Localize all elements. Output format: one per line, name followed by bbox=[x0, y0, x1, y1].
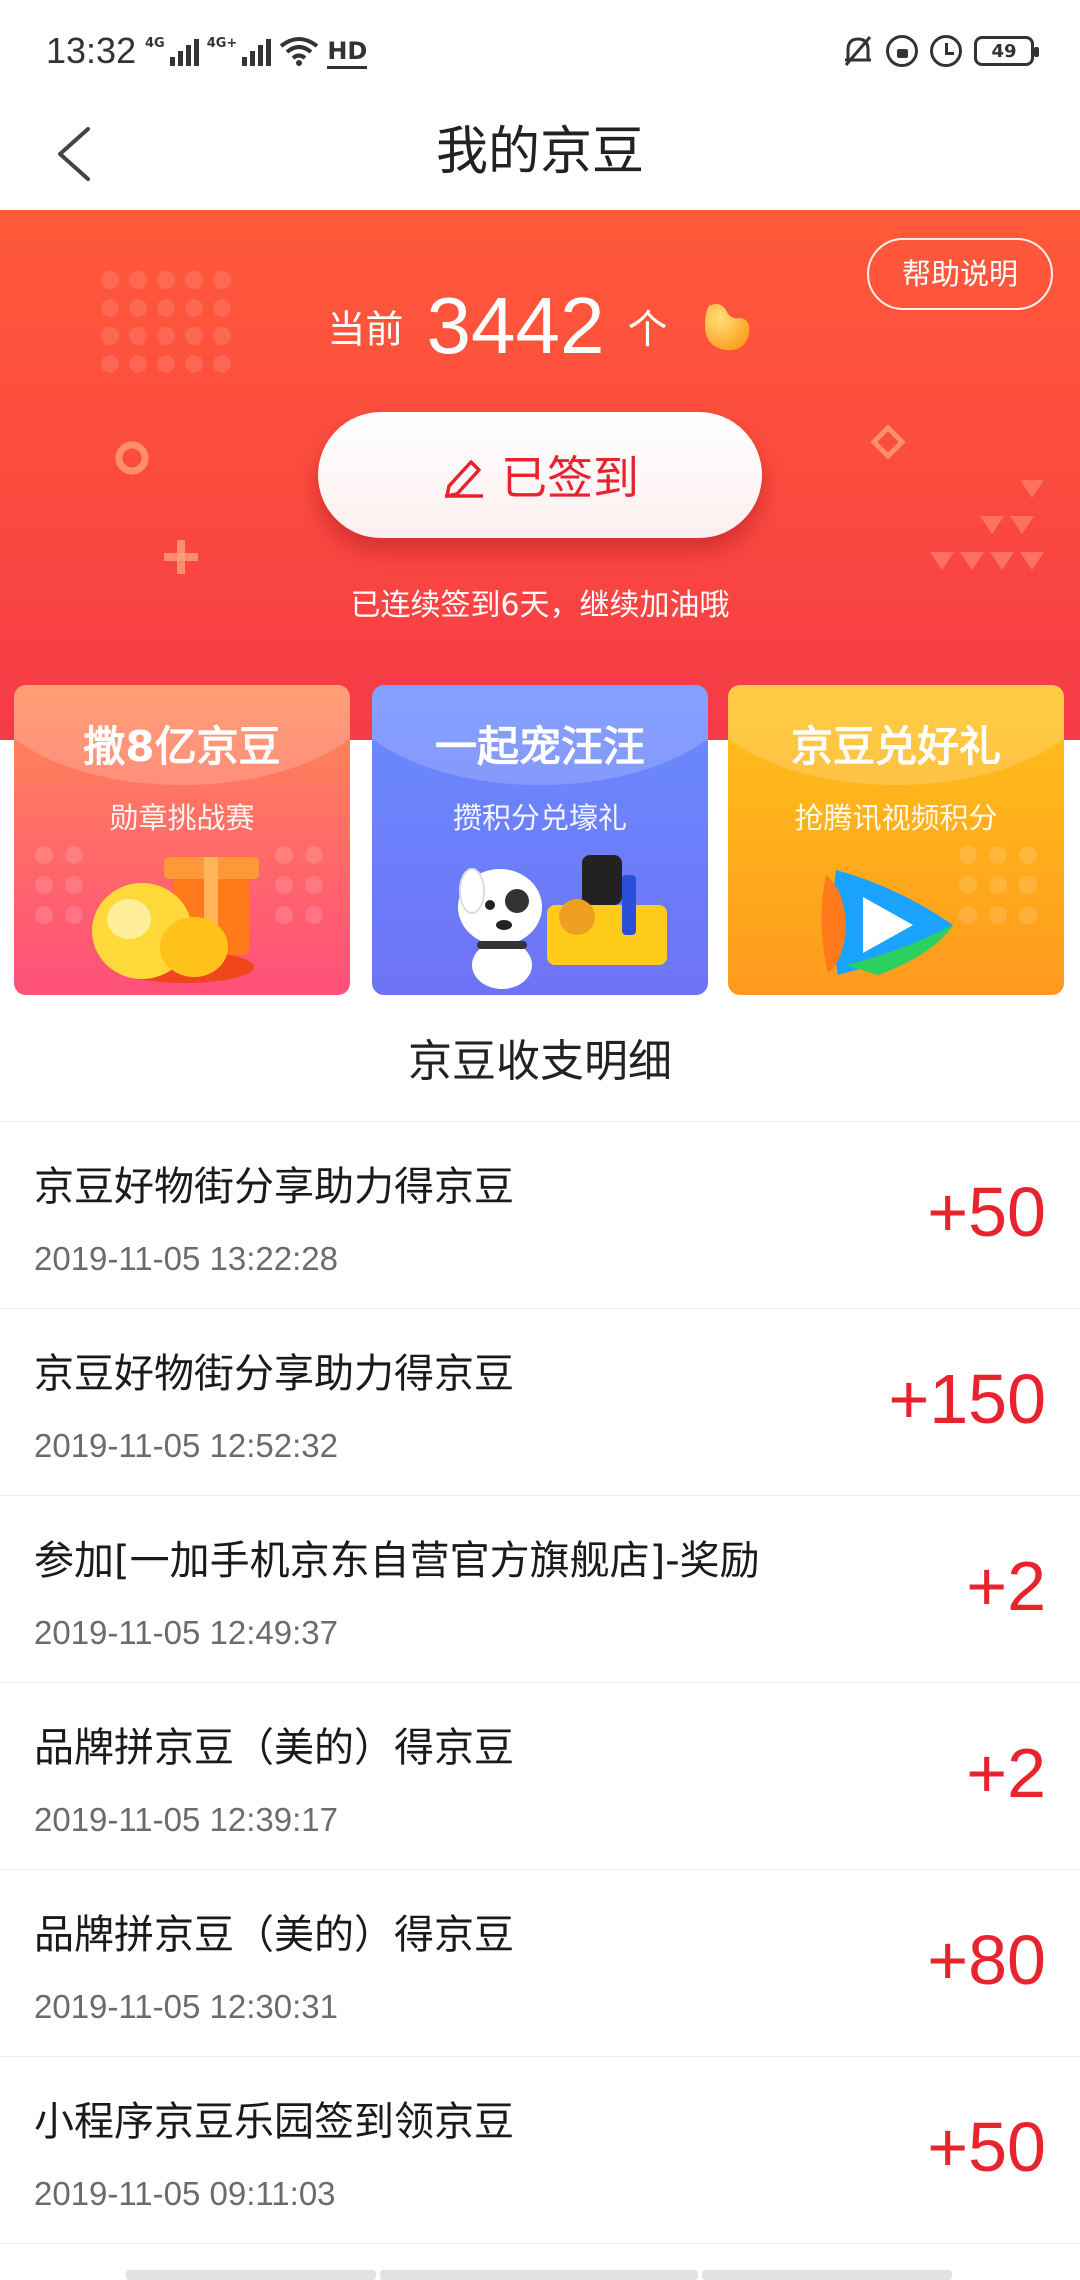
transaction-amount: +2 bbox=[966, 1734, 1046, 1812]
balance-unit: 个 bbox=[627, 307, 668, 353]
transactions-list: 京豆好物街分享助力得京豆 2019-11-05 13:22:28 +50 京豆好… bbox=[0, 1122, 1080, 2244]
bell-off-icon bbox=[844, 36, 872, 66]
card-title: 撒8亿京豆 bbox=[83, 722, 281, 771]
sign-in-label: 已签到 bbox=[501, 451, 639, 505]
status-time: 13:32 bbox=[46, 30, 137, 71]
promo-card-medal-challenge[interactable]: 撒8亿京豆 勋章挑战赛 bbox=[14, 685, 350, 995]
signal-icon-2: 4G+ bbox=[207, 36, 272, 66]
pencil-icon bbox=[445, 460, 483, 498]
status-left-icons: 4G 4G+ HD bbox=[145, 36, 368, 69]
diamond-decoration bbox=[870, 424, 906, 460]
status-right-icons: 49 bbox=[842, 34, 1039, 68]
battery-icon: 49 bbox=[974, 36, 1039, 66]
alarm-icon bbox=[930, 35, 962, 67]
transaction-date: 2019-11-05 12:39:17 bbox=[34, 1801, 338, 1838]
list-item[interactable]: 品牌拼京豆（美的）得京豆 2019-11-05 12:30:31 +80 bbox=[0, 1870, 1080, 2057]
transaction-date: 2019-11-05 09:11:03 bbox=[34, 2175, 336, 2212]
balance-row: 当前 3442 个 bbox=[0, 280, 1080, 372]
transaction-amount: +2 bbox=[966, 1547, 1046, 1625]
transaction-amount: +50 bbox=[927, 2108, 1046, 2186]
card-title: 一起宠汪汪 bbox=[434, 722, 645, 771]
transaction-amount: +150 bbox=[888, 1360, 1046, 1438]
bottom-strip bbox=[0, 2246, 1080, 2280]
wifi-icon bbox=[280, 37, 319, 66]
transaction-title: 参加[一加手机京东自营官方旗舰店]-奖励 bbox=[34, 1538, 760, 1584]
card-title: 京豆兑好礼 bbox=[790, 722, 1001, 771]
transaction-title: 品牌拼京豆（美的）得京豆 bbox=[34, 1912, 514, 1958]
ring-decoration bbox=[115, 441, 149, 475]
status-bar: 13:32 4G 4G+ HD 49 bbox=[0, 0, 1080, 95]
gift-beans-icon bbox=[35, 846, 323, 983]
dog-gifts-icon bbox=[458, 855, 667, 989]
card-subtitle: 勋章挑战赛 bbox=[109, 801, 255, 835]
balance-label: 当前 bbox=[327, 307, 404, 352]
list-item[interactable]: 京豆好物街分享助力得京豆 2019-11-05 12:52:32 +150 bbox=[0, 1309, 1080, 1496]
transaction-date: 2019-11-05 12:49:37 bbox=[34, 1614, 338, 1651]
lock-rotation-icon bbox=[886, 35, 918, 67]
promo-cards: 撒8亿京豆 勋章挑战赛 一起宠汪汪 攒积分兑壕礼 京豆兑好礼 抢腾讯视频积分 bbox=[0, 680, 1080, 1002]
transaction-amount: +80 bbox=[927, 1921, 1046, 1999]
signal-icon-1: 4G bbox=[145, 36, 199, 66]
card-subtitle: 抢腾讯视频积分 bbox=[794, 801, 998, 835]
sign-streak-text: 已连续签到6天，继续加油哦 bbox=[350, 588, 730, 623]
list-item[interactable]: 小程序京豆乐园签到领京豆 2019-11-05 09:11:03 +50 bbox=[0, 2057, 1080, 2244]
transaction-date: 2019-11-05 12:52:32 bbox=[34, 1427, 338, 1464]
hd-icon: HD bbox=[327, 36, 368, 69]
transaction-title: 京豆好物街分享助力得京豆 bbox=[34, 1164, 514, 1210]
triangles-decoration bbox=[930, 480, 1044, 570]
video-play-icon bbox=[821, 846, 1037, 975]
list-item[interactable]: 品牌拼京豆（美的）得京豆 2019-11-05 12:39:17 +2 bbox=[0, 1683, 1080, 1870]
plus-decoration bbox=[164, 540, 198, 574]
list-item[interactable]: 京豆好物街分享助力得京豆 2019-11-05 13:22:28 +50 bbox=[0, 1122, 1080, 1309]
sign-in-button[interactable]: 已签到 bbox=[318, 412, 762, 538]
transaction-title: 品牌拼京豆（美的）得京豆 bbox=[34, 1725, 514, 1771]
list-item[interactable]: 参加[一加手机京东自营官方旗舰店]-奖励 2019-11-05 12:49:37… bbox=[0, 1496, 1080, 1683]
transactions-heading: 京豆收支明细 bbox=[0, 1002, 1080, 1122]
chevron-left-icon[interactable] bbox=[46, 119, 106, 189]
transaction-date: 2019-11-05 13:22:28 bbox=[34, 1240, 338, 1277]
bean-icon bbox=[704, 304, 749, 351]
bean-summary-panel: 帮助说明 当前 3442 个 已签到 已连续签到6天，继续加油哦 bbox=[0, 210, 1080, 740]
page-title: 我的京豆 bbox=[435, 122, 644, 182]
transaction-amount: +50 bbox=[927, 1173, 1046, 1251]
promo-card-pet-dog[interactable]: 一起宠汪汪 攒积分兑壕礼 bbox=[372, 685, 708, 995]
transaction-title: 小程序京豆乐园签到领京豆 bbox=[34, 2099, 514, 2145]
card-subtitle: 攒积分兑壕礼 bbox=[452, 801, 627, 835]
transaction-title: 京豆好物街分享助力得京豆 bbox=[34, 1351, 514, 1397]
transaction-date: 2019-11-05 12:30:31 bbox=[34, 1988, 338, 2025]
promo-card-gift-exchange[interactable]: 京豆兑好礼 抢腾讯视频积分 bbox=[728, 685, 1064, 995]
nav-bar: 我的京豆 bbox=[0, 95, 1080, 210]
balance-value: 3442 bbox=[426, 281, 605, 370]
